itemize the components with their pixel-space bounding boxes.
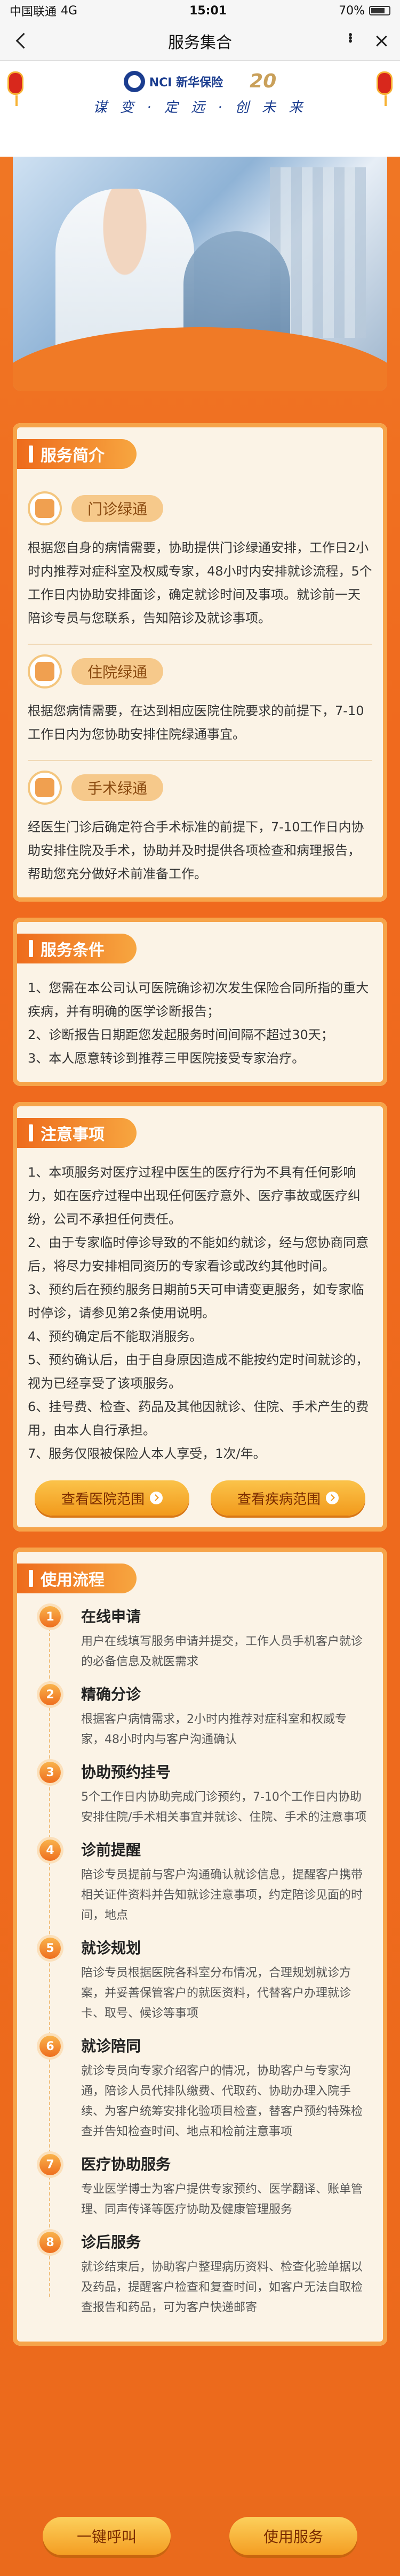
step-number: 6: [39, 2036, 61, 2057]
chevron-right-icon: [150, 1492, 163, 1504]
step-title: 协助预约挂号: [81, 1763, 171, 1781]
conditions-title: 服务条件: [17, 934, 137, 963]
carrier: 中国联通: [10, 5, 57, 19]
flow-step: 4 诊前提醒 陪诊专员提前与客户沟通确认就诊信息，提醒客户携带相关证件资料并告知…: [39, 1840, 372, 1926]
service-name-outpatient: 门诊绿通: [71, 495, 164, 522]
service-desc-surgery: 经医生门诊后确定符合手术标准的前提下，7-10工作日内协助安排住院及手术，协助并…: [28, 820, 364, 881]
step-title: 就诊规划: [81, 1939, 141, 1957]
step-number: 1: [39, 1606, 61, 1627]
slogan: 谋 变 · 定 远 · 创 未 来: [93, 100, 307, 116]
step-number: 8: [39, 2232, 61, 2253]
flow-card: 使用流程 1 在线申请 用户在线填写服务申请并提交，工作人员手机客户就诊的必备信…: [13, 1548, 387, 2346]
status-bar: 中国联通 4G 15:01 70%: [0, 0, 400, 21]
step-title: 在线申请: [81, 1608, 141, 1625]
service-desc-outpatient: 根据您自身的病情需要，协助提供门诊绿通安排，工作日2小时内推荐对症科室及权威专家…: [28, 540, 372, 626]
step-desc: 陪诊专员提前与客户沟通确认就诊信息，提醒客户携带相关证件资料并告知就诊注意事项，…: [81, 1868, 363, 1922]
conditions-card: 服务条件 1、您需在本公司认可医院确诊初次发生保险合同所指的重大疾病，并有明确的…: [13, 918, 387, 1086]
step-desc: 5个工作日内协助完成门诊预约，7-10个工作日内协助安排住院/手术相关事宜并就诊…: [81, 1791, 367, 1824]
step-desc: 就诊结束后，协助客户整理病历资料、检查化验单据以及药品，提醒客户检查和复查时间，…: [81, 2261, 363, 2314]
nav-bar: 服务集合: [0, 21, 400, 61]
flow-step: 5 就诊规划 陪诊专员根据医院各科室分布情况，合理规划就诊方案，并妥善保管客户的…: [39, 1938, 372, 2024]
hospital-icon: [28, 654, 62, 688]
one-click-call-button[interactable]: 一键呼叫: [43, 2517, 171, 2555]
step-desc: 专业医学博士为客户提供专家预约、医学翻译、账单管理、同声传译等医疗协助及健康管理…: [81, 2183, 363, 2216]
flow-step: 8 诊后服务 就诊结束后，协助客户整理病历资料、检查化验单据以及药品，提醒客户检…: [39, 2232, 372, 2318]
lantern-right-icon: [377, 71, 393, 106]
step-title: 诊前提醒: [81, 1841, 141, 1859]
nci-logo-icon: [123, 70, 145, 92]
conditions-text: 1、您需在本公司认可医院确诊初次发生保险合同所指的重大疾病，并有明确的医学诊断报…: [28, 981, 369, 1066]
chevron-right-icon: [326, 1492, 339, 1504]
step-number: 7: [39, 2154, 61, 2175]
step-title: 诊后服务: [81, 2233, 141, 2251]
step-number: 2: [39, 1684, 61, 1705]
back-icon[interactable]: [13, 31, 32, 50]
intro-title: 服务简介: [17, 439, 137, 469]
service-name-surgery: 手术绿通: [71, 774, 164, 801]
bottom-action-bar: 一键呼叫 使用服务: [0, 2496, 400, 2576]
notes-text: 1、本项服务对医疗过程中医生的医疗行为不具有任何影响力，如在医疗过程中出现任何医…: [28, 1165, 369, 1461]
anniversary-logo: 20: [250, 70, 277, 92]
page-title: 服务集合: [168, 33, 232, 52]
flow-step: 7 医疗协助服务 专业医学博士为客户提供专家预约、医学翻译、账单管理、同声传译等…: [39, 2154, 372, 2220]
use-service-button[interactable]: 使用服务: [229, 2517, 357, 2555]
header: NCI 新华保险 20 谋 变 · 定 远 · 创 未 来: [0, 61, 400, 157]
view-hospitals-button[interactable]: 查看医院范围: [35, 1480, 189, 1516]
flow-steps: 1 在线申请 用户在线填写服务申请并提交，工作人员手机客户就诊的必备信息及就医需…: [28, 1606, 372, 2318]
intro-card: 服务简介 门诊绿通 根据您自身的病情需要，协助提供门诊绿通安排，工作日2小时内推…: [13, 423, 387, 902]
step-number: 5: [39, 1938, 61, 1959]
flow-step: 6 就诊陪同 就诊专员向专家介绍客户的情况，协助客户与专家沟通，陪诊人员代排队缴…: [39, 2036, 372, 2142]
lantern-left-icon: [7, 71, 23, 106]
clock: 15:01: [189, 4, 227, 18]
flow-step: 2 精确分诊 根据客户病情需求，2小时内推荐对症科室和权威专家，48小时内与客户…: [39, 1684, 372, 1750]
step-number: 4: [39, 1840, 61, 1861]
close-icon[interactable]: [373, 33, 389, 49]
step-desc: 就诊专员向专家介绍客户的情况，协助客户与专家沟通，陪诊人员代排队缴费、代取药、协…: [81, 2064, 363, 2138]
flow-step: 3 协助预约挂号 5个工作日内协助完成门诊预约，7-10个工作日内协助安排住院/…: [39, 1762, 372, 1828]
step-desc: 根据客户病情需求，2小时内推荐对症科室和权威专家，48小时内与客户沟通确认: [81, 1713, 347, 1746]
view-diseases-button[interactable]: 查看疾病范围: [211, 1480, 365, 1516]
step-desc: 陪诊专员根据医院各科室分布情况，合理规划就诊方案，并妥善保管客户的就医资料，代替…: [81, 1966, 351, 2020]
notes-card: 注意事项 1、本项服务对医疗过程中医生的医疗行为不具有任何影响力，如在医疗过程中…: [13, 1102, 387, 1532]
doctor-icon: [28, 491, 62, 525]
step-title: 就诊陪同: [81, 2037, 141, 2055]
more-icon[interactable]: [349, 33, 365, 49]
step-title: 精确分诊: [81, 1686, 141, 1703]
service-desc-inpatient: 根据您病情需要，在达到相应医院住院要求的前提下，7-10工作日内为您协助安排住院…: [28, 703, 364, 742]
flow-title: 使用流程: [17, 1564, 137, 1593]
step-desc: 用户在线填写服务申请并提交，工作人员手机客户就诊的必备信息及就医需求: [81, 1635, 363, 1668]
service-name-inpatient: 住院绿通: [71, 658, 164, 685]
step-title: 医疗协助服务: [81, 2156, 171, 2173]
flow-step: 1 在线申请 用户在线填写服务申请并提交，工作人员手机客户就诊的必备信息及就医需…: [39, 1606, 372, 1672]
notes-title: 注意事项: [17, 1118, 137, 1148]
network: 4G: [61, 4, 78, 18]
surgery-icon: [28, 771, 62, 805]
battery-percent: 70%: [339, 4, 365, 18]
step-number: 3: [39, 1762, 61, 1783]
hero-banner: [13, 157, 387, 391]
brand-logo: NCI 新华保险: [123, 70, 223, 92]
battery-icon: [369, 6, 390, 15]
